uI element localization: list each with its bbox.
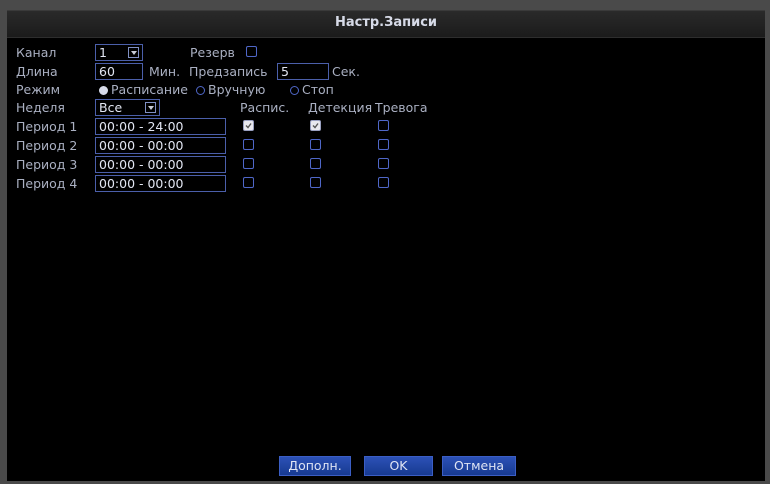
period-4-alarm-checkbox[interactable] [378,177,389,188]
period-4-schedule-checkbox[interactable] [243,177,254,188]
period-2-detection-checkbox[interactable] [310,139,321,150]
channel-value: 1 [99,45,107,60]
backup-label: Резерв [190,45,235,60]
period-2-alarm-checkbox[interactable] [378,139,389,150]
length-input[interactable]: 60 [95,63,143,80]
title-bar: Настр.Записи [7,11,765,38]
period-4-time[interactable]: 00:00 - 00:00 [95,175,226,192]
ok-button[interactable]: OK [364,456,433,476]
channel-select[interactable]: 1 [95,44,143,61]
record-settings-window: Настр.Записи Канал 1 Резерв Длина 60 Мин… [7,10,765,481]
check-icon [312,123,319,129]
period-3-alarm-checkbox[interactable] [378,158,389,169]
week-select[interactable]: Все [95,99,160,116]
period-1-detection-checkbox[interactable] [310,120,321,131]
prerecord-input[interactable]: 5 [277,63,329,80]
check-icon [245,123,252,129]
mode-manual-label: Вручную [208,82,266,97]
period-1-schedule-checkbox[interactable] [243,120,254,131]
period-3-time[interactable]: 00:00 - 00:00 [95,156,226,173]
period-3-detection-checkbox[interactable] [310,158,321,169]
period-1-alarm-checkbox[interactable] [378,120,389,131]
mode-schedule-label: Расписание [111,82,188,97]
week-label: Неделя [16,100,65,115]
period-3-label: Период 3 [16,157,78,172]
mode-stop-label: Стоп [302,82,334,97]
period-1-label: Период 1 [16,119,78,134]
length-unit: Мин. [149,64,181,79]
channel-label: Канал [16,45,57,60]
period-1-time[interactable]: 00:00 - 24:00 [95,118,226,135]
advanced-button[interactable]: Дополн. [279,456,351,476]
column-schedule-header: Распис. [240,100,290,115]
period-4-detection-checkbox[interactable] [310,177,321,188]
mode-manual-radio[interactable] [196,86,205,95]
mode-label: Режим [16,82,61,97]
length-label: Длина [16,64,58,79]
mode-stop-radio[interactable] [290,86,299,95]
period-2-label: Период 2 [16,138,78,153]
mode-schedule-radio[interactable] [99,86,108,95]
column-detection-header: Детекция [308,100,373,115]
prerecord-label: Предзапись [189,64,268,79]
window-title: Настр.Записи [334,15,438,30]
period-4-label: Период 4 [16,176,78,191]
chevron-down-icon[interactable] [128,47,139,58]
column-alarm-header: Тревога [375,100,428,115]
period-2-schedule-checkbox[interactable] [243,139,254,150]
backup-checkbox[interactable] [246,46,257,57]
period-3-schedule-checkbox[interactable] [243,158,254,169]
cancel-button[interactable]: Отмена [442,456,516,476]
period-2-time[interactable]: 00:00 - 00:00 [95,137,226,154]
prerecord-unit: Сек. [332,64,360,79]
chevron-down-icon[interactable] [145,102,156,113]
week-value: Все [99,100,123,115]
